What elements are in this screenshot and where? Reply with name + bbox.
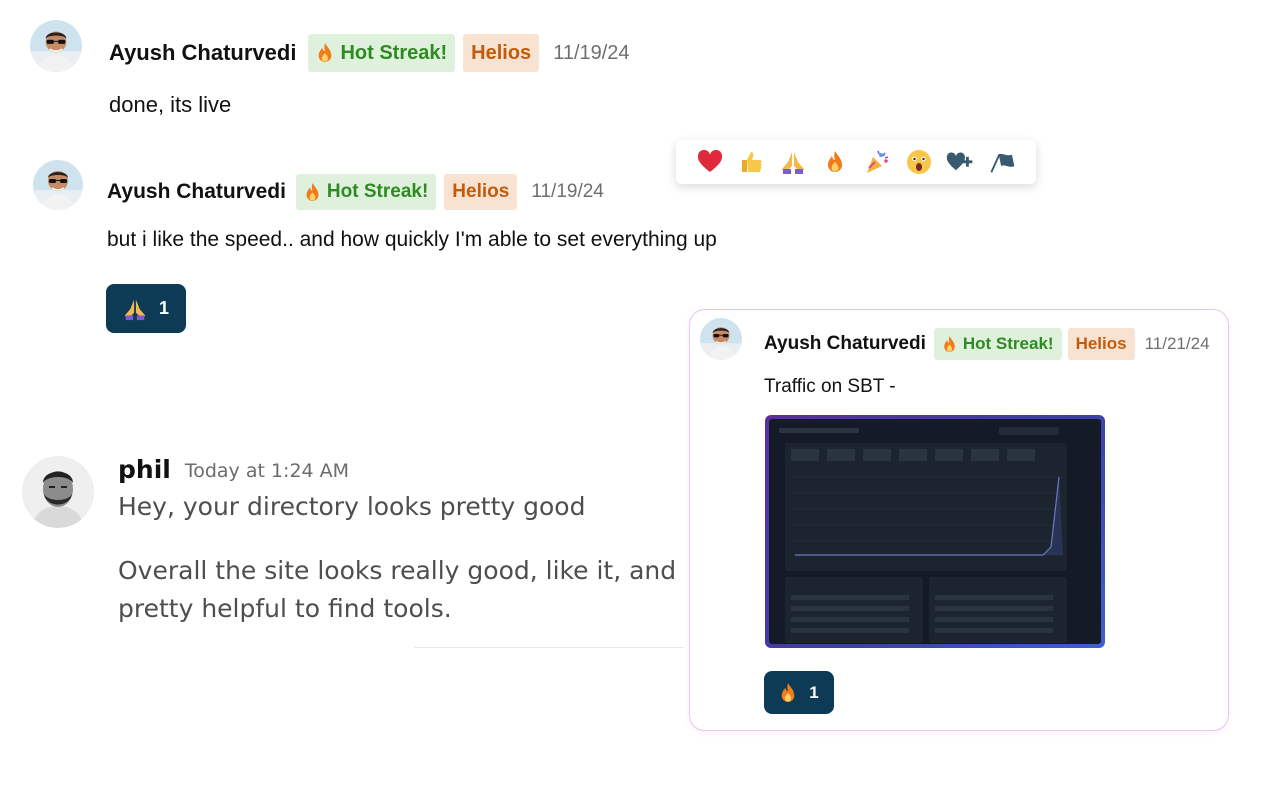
message-timestamp: Today at 1:24 AM [184,460,350,482]
astonished-face-icon[interactable] [905,148,933,176]
helios-badge: Helios [1067,328,1135,360]
hot-streak-badge: Hot Streak! [933,328,1062,360]
message-text: but i like the speed.. and how quickly I… [107,228,717,251]
badge-label: Hot Streak! [326,181,429,202]
folded-hands-icon[interactable] [779,148,807,176]
message-text: Hey, your directory looks pretty good [118,492,586,521]
traffic-screenshot[interactable] [765,415,1105,648]
helios-badge: Helios [463,34,540,72]
card-header-clip: Ayush Chaturvedi Hot Streak! Helios 11/2… [764,328,1228,362]
party-popper-icon[interactable] [863,148,891,176]
folded-hands-icon [124,299,146,320]
fire-icon [942,335,957,354]
message-header: Ayush Chaturvedi Hot Streak! Helios 11/1… [107,174,604,210]
traffic-chart-graphic [793,476,1063,556]
reaction-button[interactable]: 1 [764,671,834,714]
thumbs-up-icon[interactable] [738,148,766,176]
author-name[interactable]: Ayush Chaturvedi [107,180,286,204]
badge-label: Hot Streak! [340,41,448,64]
message-text: done, its live [109,92,232,117]
hot-streak-badge: Hot Streak! [295,174,437,210]
message-text: Traffic on SBT - [764,376,896,397]
message-date: 11/19/24 [531,181,604,202]
message-header: Ayush Chaturvedi Hot Streak! Helios 11/2… [764,328,1210,360]
reaction-count: 1 [158,298,169,318]
fire-icon [316,42,334,64]
message-header: Ayush Chaturvedi Hot Streak! Helios 11/1… [109,34,630,72]
helios-badge: Helios [444,174,518,210]
message-date: 11/19/24 [553,41,630,64]
reaction-button[interactable]: 1 [106,284,186,333]
message-text: pretty helpful to find tools. [118,594,452,623]
message-date: 11/21/24 [1144,334,1210,353]
author-name[interactable]: Ayush Chaturvedi [764,333,926,355]
author-name[interactable]: Ayush Chaturvedi [109,40,296,66]
fire-icon [779,682,797,704]
follow-flag-icon[interactable] [988,148,1016,176]
screenshot-image [769,419,1101,644]
message-header: phil Today at 1:24 AM [118,452,349,486]
red-heart-icon[interactable] [696,148,724,176]
avatar[interactable] [700,318,742,360]
fire-icon[interactable] [821,148,849,176]
avatar[interactable] [30,20,82,72]
author-name[interactable]: phil [118,455,171,484]
message-text: Overall the site looks really good, like… [118,556,677,585]
fire-icon [304,182,321,203]
divider [414,647,684,648]
reaction-picker [676,140,1036,184]
avatar[interactable] [22,456,94,528]
add-reaction-icon[interactable] [946,148,974,176]
reaction-count: 1 [809,682,819,702]
badge-label: Hot Streak! [962,334,1054,353]
avatar[interactable] [33,160,83,210]
hot-streak-badge: Hot Streak! [308,34,456,72]
